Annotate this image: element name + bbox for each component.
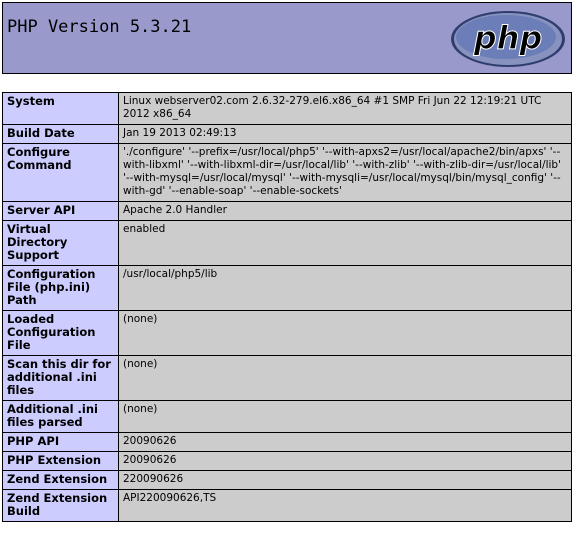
- table-row: Server API Apache 2.0 Handler: [2, 201, 572, 221]
- table-row: Loaded Configuration File (none): [2, 310, 572, 356]
- row-label: Loaded Configuration File: [2, 310, 119, 356]
- table-row: Build Date Jan 19 2013 02:49:13: [2, 124, 572, 144]
- table-row: Zend Extension 220090626: [2, 470, 572, 490]
- table-row: PHP API 20090626: [2, 432, 572, 452]
- php-logo-text: php: [473, 19, 543, 57]
- row-value: Linux webserver02.com 2.6.32-279.el6.x86…: [118, 92, 572, 125]
- table-row: PHP Extension 20090626: [2, 451, 572, 471]
- php-info-table: System Linux webserver02.com 2.6.32-279.e…: [2, 92, 572, 522]
- row-value: API220090626,TS: [118, 489, 572, 522]
- row-label: PHP Extension: [2, 451, 119, 471]
- table-row: Configure Command './configure' '--prefix…: [2, 143, 572, 202]
- row-value: Apache 2.0 Handler: [118, 201, 572, 221]
- table-row: Configuration File (php.ini) Path/usr/lo…: [2, 265, 572, 311]
- table-row: Zend Extension Build API220090626,TS: [2, 489, 572, 522]
- row-label: Virtual Directory Support: [2, 220, 119, 266]
- php-version-header: PHP Version 5.3.21 php: [2, 2, 572, 74]
- row-label: Zend Extension: [2, 470, 119, 490]
- row-value: enabled: [118, 220, 572, 266]
- row-value: './configure' '--prefix=/usr/local/php5'…: [118, 143, 572, 202]
- row-label: Scan this dir for additional .ini files: [2, 355, 119, 401]
- php-logo: php: [451, 11, 565, 67]
- row-value: (none): [118, 400, 572, 433]
- row-label: Zend Extension Build: [2, 489, 119, 522]
- row-label: Configuration File (php.ini) Path: [2, 265, 119, 311]
- row-label: System: [2, 92, 119, 125]
- table-row: Additional .ini files parsed (none): [2, 400, 572, 433]
- row-label: Additional .ini files parsed: [2, 400, 119, 433]
- row-value: (none): [118, 310, 572, 356]
- table-row: Virtual Directory Support enabled: [2, 220, 572, 266]
- row-value: Jan 19 2013 02:49:13: [118, 124, 572, 144]
- row-value: 20090626: [118, 432, 572, 452]
- row-value: /usr/local/php5/lib: [118, 265, 572, 311]
- table-row: Scan this dir for additional .ini files(…: [2, 355, 572, 401]
- table-row: System Linux webserver02.com 2.6.32-279.e…: [2, 92, 572, 125]
- row-label: Server API: [2, 201, 119, 221]
- row-label: Build Date: [2, 124, 119, 144]
- row-label: PHP API: [2, 432, 119, 452]
- row-label: Configure Command: [2, 143, 119, 202]
- page-title: PHP Version 5.3.21: [7, 17, 192, 37]
- row-value: 20090626: [118, 451, 572, 471]
- row-value: (none): [118, 355, 572, 401]
- row-value: 220090626: [118, 470, 572, 490]
